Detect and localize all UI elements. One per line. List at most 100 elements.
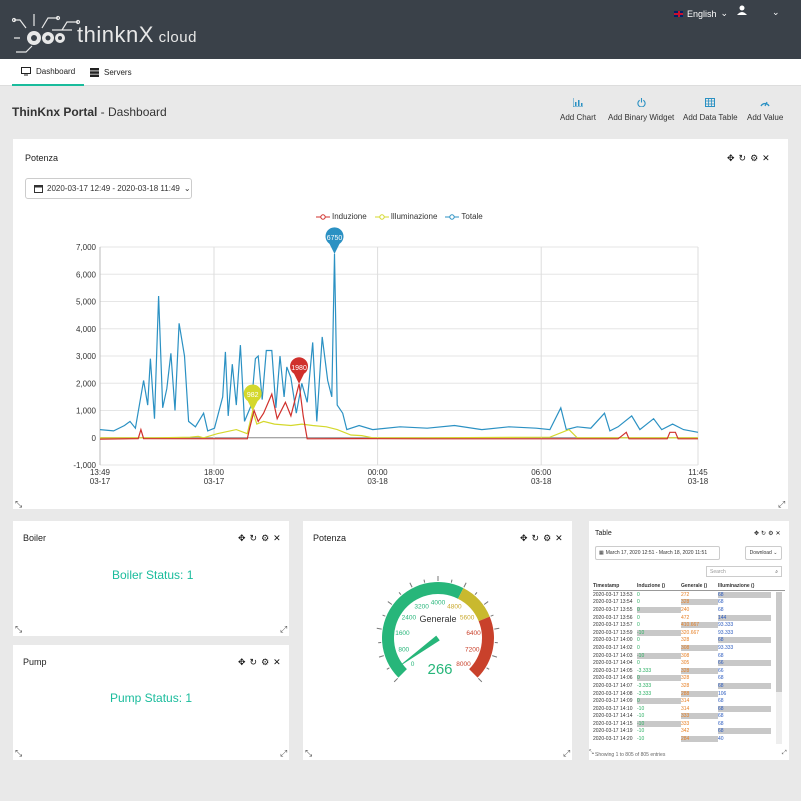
table-cell: -10 bbox=[637, 713, 645, 720]
table-row[interactable]: 2020-03-17 14:20 -10 284 40 bbox=[593, 735, 785, 743]
legend-item-illuminazione[interactable]: Illuminazione bbox=[374, 212, 437, 221]
resize-icon[interactable]: ⤢ bbox=[280, 624, 287, 635]
table-row[interactable]: 2020-03-17 14:07 -3.333 328 68 bbox=[593, 682, 785, 690]
table-date-range-picker[interactable]: ▦ March 17, 2020 12:51 - March 18, 2020 … bbox=[595, 546, 720, 560]
close-icon[interactable]: ✕ bbox=[775, 530, 780, 537]
table-row[interactable]: 2020-03-17 13:56 0 472 144 bbox=[593, 614, 785, 622]
gauge-tick bbox=[477, 677, 483, 683]
legend-item-totale[interactable]: Totale bbox=[445, 212, 483, 221]
close-icon[interactable]: ✕ bbox=[273, 533, 281, 544]
close-icon[interactable]: ✕ bbox=[762, 153, 770, 164]
column-header-generale[interactable]: Generale () bbox=[681, 583, 718, 589]
max-marker-totale: 6750 bbox=[325, 227, 344, 254]
potenza-date-range-picker[interactable]: 2020-03-17 12:49 - 2020-03-18 11:49 ⌄ bbox=[25, 178, 192, 199]
table-tools: ✥ ↻ ⚙ ✕ bbox=[754, 530, 780, 537]
table-row[interactable]: 2020-03-17 14:05 -3.333 328 66 bbox=[593, 667, 785, 675]
table-row[interactable]: 2020-03-17 14:08 -3.333 288 106 bbox=[593, 690, 785, 698]
top-navbar: thinknX cloud English ⌄ ⌄ bbox=[0, 0, 801, 59]
table-row[interactable]: 2020-03-17 14:19 -10 342 68 bbox=[593, 728, 785, 736]
refresh-icon[interactable]: ↻ bbox=[250, 533, 258, 544]
refresh-icon[interactable]: ↻ bbox=[761, 530, 766, 537]
potenza-chart-tools: ✥ ↻ ⚙ ✕ bbox=[727, 153, 770, 164]
resize-icon[interactable]: ⤡ bbox=[15, 499, 22, 510]
close-icon[interactable]: ✕ bbox=[555, 533, 563, 544]
table-cell: 0 bbox=[637, 622, 640, 629]
table-row[interactable]: 2020-03-17 14:15 -10 333 68 bbox=[593, 720, 785, 728]
legend-item-induzione[interactable]: Induzione bbox=[316, 212, 367, 221]
resize-icon[interactable]: ⤢ bbox=[280, 748, 287, 759]
refresh-icon[interactable]: ↻ bbox=[739, 153, 747, 164]
table-row[interactable]: 2020-03-17 14:14 -10 333 68 bbox=[593, 713, 785, 721]
x-tick-label: 18:00 bbox=[204, 468, 225, 477]
table-row[interactable]: 2020-03-17 14:02 0 308 93.333 bbox=[593, 644, 785, 652]
gauge-tick-label: 1600 bbox=[395, 630, 410, 637]
move-icon[interactable]: ✥ bbox=[754, 530, 759, 537]
max-marker-induzione: 1980 bbox=[290, 357, 309, 384]
tab-dashboard[interactable]: Dashboard bbox=[12, 59, 85, 86]
gauge-tick bbox=[393, 677, 399, 683]
resize-icon[interactable]: ⤡ bbox=[589, 750, 594, 757]
column-header-illuminazione[interactable]: Illuminazione () bbox=[718, 583, 771, 589]
y-tick-label: 6,000 bbox=[76, 270, 97, 279]
table-cell: 68 bbox=[718, 682, 771, 689]
resize-icon[interactable]: ⤡ bbox=[305, 748, 312, 759]
add-chart-button[interactable]: Add Chart bbox=[560, 98, 596, 122]
x-tick-label: 11:45 bbox=[688, 468, 708, 477]
table-cell: 2020-03-17 14:05 bbox=[593, 667, 633, 674]
gear-icon[interactable]: ⚙ bbox=[750, 153, 758, 164]
resize-icon[interactable]: ⤢ bbox=[782, 750, 787, 757]
table-row[interactable]: 2020-03-17 13:55 0 240 68 bbox=[593, 606, 785, 614]
move-icon[interactable]: ✥ bbox=[727, 153, 735, 164]
table-scrollbar[interactable] bbox=[776, 592, 782, 744]
data-table: Timestamp Induzione () Generale () Illum… bbox=[593, 581, 785, 746]
user-menu-chevron-icon[interactable]: ⌄ bbox=[772, 7, 780, 18]
table-search-input[interactable]: Search ⌕ bbox=[706, 566, 782, 577]
gauge-tick bbox=[486, 667, 490, 670]
table-row[interactable]: 2020-03-17 14:03 -10 308 68 bbox=[593, 652, 785, 660]
tab-servers[interactable]: Servers bbox=[81, 59, 141, 86]
table-row[interactable]: 2020-03-17 13:59 -10 320.667 93.333 bbox=[593, 629, 785, 637]
table-cell: -3.333 bbox=[637, 682, 652, 689]
add-data-table-button[interactable]: Add Data Table bbox=[683, 98, 738, 122]
table-row[interactable]: 2020-03-17 13:53 0 272 68 bbox=[593, 591, 785, 599]
table-cell: 333 bbox=[681, 713, 718, 720]
resize-icon[interactable]: ⤡ bbox=[15, 624, 22, 635]
gauge-title: Potenza bbox=[313, 533, 347, 543]
download-button[interactable]: Download ⌄ bbox=[745, 546, 782, 560]
table-row[interactable]: 2020-03-17 14:00 0 328 68 bbox=[593, 637, 785, 645]
resize-icon[interactable]: ⤡ bbox=[15, 748, 22, 759]
x-tick-date-label: 03-18 bbox=[367, 477, 388, 486]
gear-icon[interactable]: ⚙ bbox=[261, 657, 269, 668]
gauge-tick bbox=[386, 667, 390, 670]
user-icon[interactable] bbox=[737, 5, 747, 15]
table-row[interactable]: 2020-03-17 14:10 -10 314 68 bbox=[593, 705, 785, 713]
table-row[interactable]: 2020-03-17 14:04 0 305 66 bbox=[593, 659, 785, 667]
resize-icon[interactable]: ⤢ bbox=[563, 748, 570, 759]
table-cell: 308 bbox=[681, 644, 718, 651]
add-binary-widget-button[interactable]: Add Binary Widget bbox=[608, 98, 674, 122]
brand-name: thinknX cloud bbox=[77, 22, 197, 47]
table-cell: 2020-03-17 14:07 bbox=[593, 682, 633, 689]
refresh-icon[interactable]: ↻ bbox=[532, 533, 540, 544]
move-icon[interactable]: ✥ bbox=[520, 533, 528, 544]
close-icon[interactable]: ✕ bbox=[273, 657, 281, 668]
refresh-icon[interactable]: ↻ bbox=[250, 657, 258, 668]
gear-icon[interactable]: ⚙ bbox=[543, 533, 551, 544]
add-value-button[interactable]: Add Value bbox=[747, 98, 783, 122]
gauge-tick-label: 7200 bbox=[465, 647, 480, 654]
gear-icon[interactable]: ⚙ bbox=[261, 533, 269, 544]
resize-icon[interactable]: ⤢ bbox=[778, 499, 785, 510]
gear-icon[interactable]: ⚙ bbox=[768, 530, 773, 537]
column-header-induzione[interactable]: Induzione () bbox=[637, 583, 681, 589]
move-icon[interactable]: ✥ bbox=[238, 533, 246, 544]
language-selector[interactable]: English ⌄ bbox=[674, 8, 728, 19]
table-row[interactable]: 2020-03-17 13:54 0 328 68 bbox=[593, 599, 785, 607]
table-row[interactable]: 2020-03-17 14:06 0 328 68 bbox=[593, 675, 785, 683]
table-cell: -10 bbox=[637, 705, 645, 712]
column-header-timestamp[interactable]: Timestamp bbox=[593, 583, 637, 589]
table-row[interactable]: 2020-03-17 13:57 0 410.667 93.333 bbox=[593, 621, 785, 629]
move-icon[interactable]: ✥ bbox=[238, 657, 246, 668]
table-cell: 0 bbox=[637, 644, 640, 651]
table-row[interactable]: 2020-03-17 14:09 0 314 68 bbox=[593, 697, 785, 705]
gauge-label: Generale bbox=[419, 614, 456, 624]
